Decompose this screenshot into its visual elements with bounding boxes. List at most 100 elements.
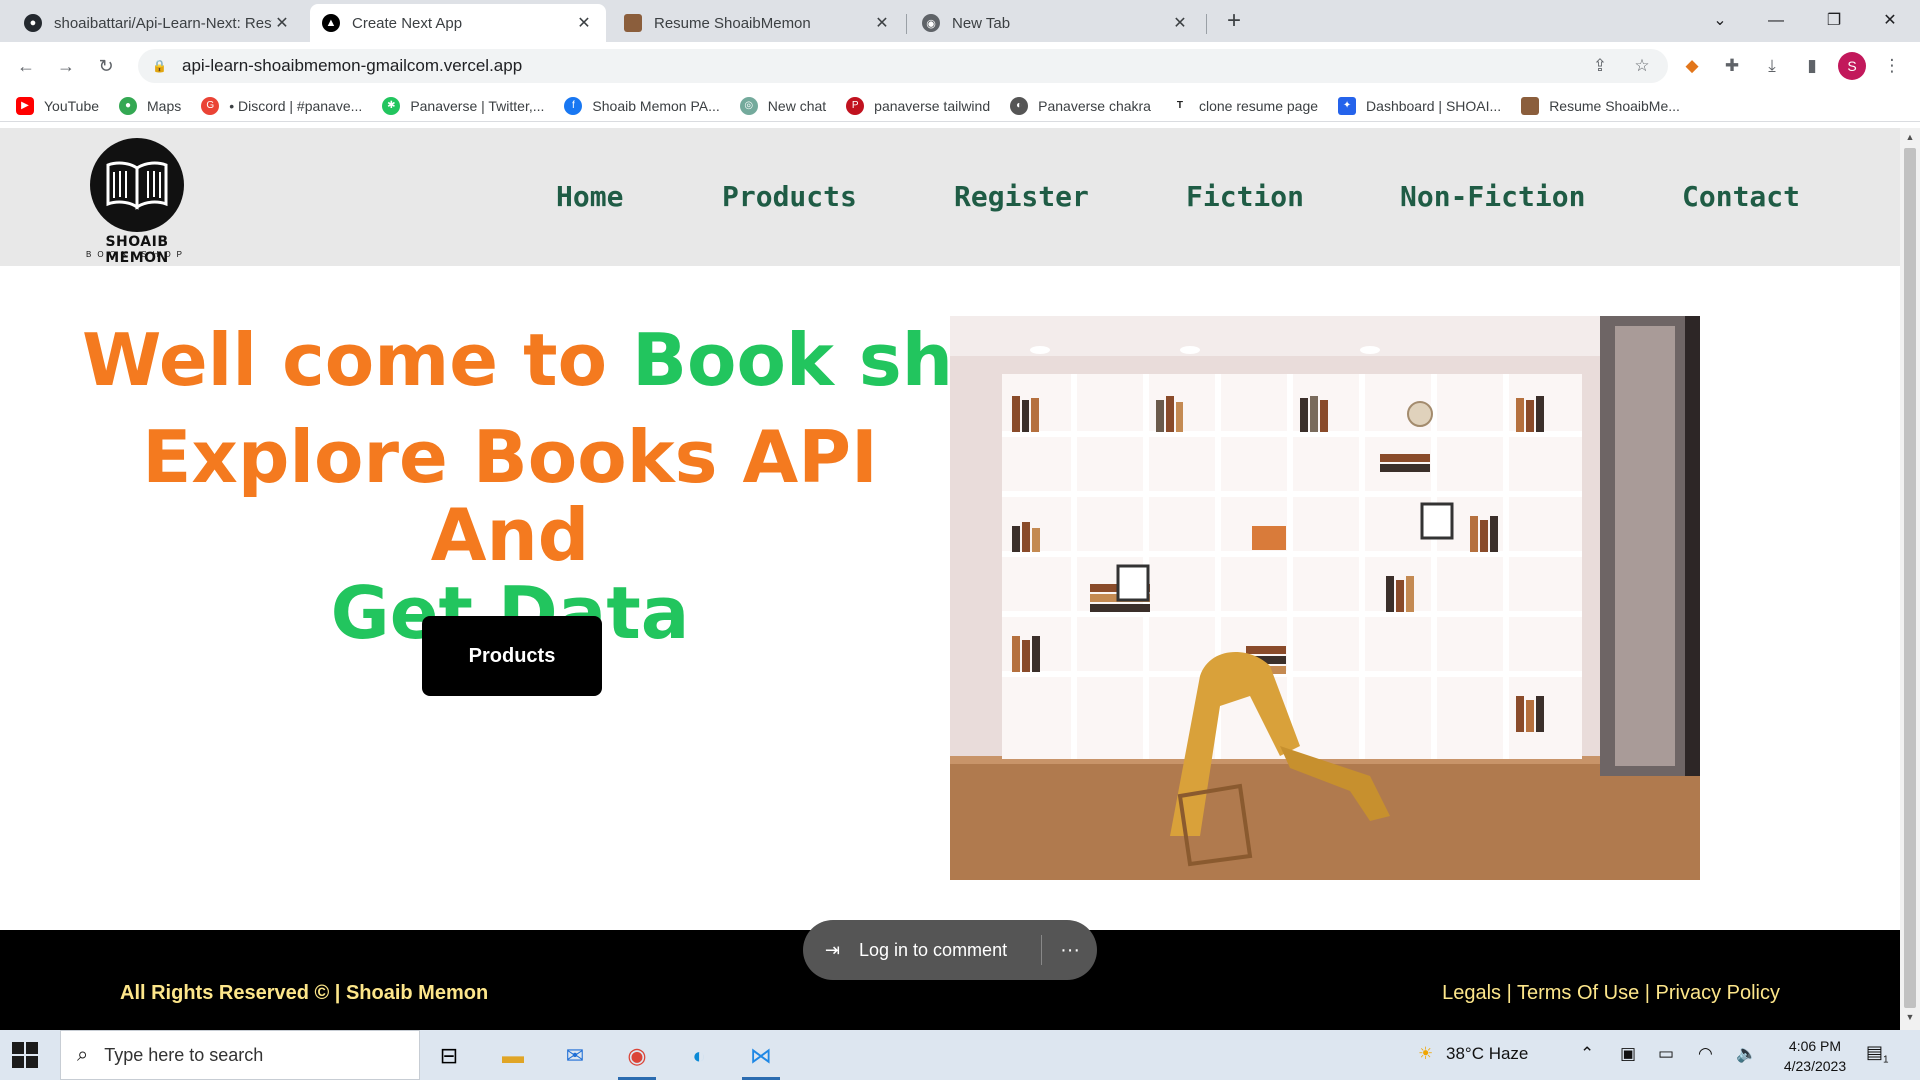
forward-icon[interactable]: → — [52, 52, 80, 80]
bookmark-resume[interactable]: Resume ShoaibMe... — [1521, 96, 1680, 115]
pill-divider — [1041, 935, 1043, 965]
tab-github[interactable]: ● shoaibattari/Api-Learn-Next: Rest ✕ — [12, 4, 304, 42]
close-tab-icon[interactable]: ✕ — [1170, 13, 1190, 33]
chatgpt-icon: ◎ — [739, 96, 758, 115]
share-icon[interactable]: ⇪ — [1586, 52, 1614, 80]
file-explorer-icon[interactable]: ▬ — [488, 1034, 538, 1078]
bookmark-facebook[interactable]: f Shoaib Memon PA... — [564, 96, 720, 115]
edge-icon[interactable]: ◐ — [674, 1034, 724, 1078]
scroll-down-icon[interactable]: ▼ — [1904, 1012, 1916, 1022]
menu-kebab-icon[interactable]: ⋮ — [1878, 52, 1906, 80]
footer-copyright: All Rights Reserved © | Shoaib Memon — [120, 982, 489, 1004]
clock-date: 4/23/2023 — [1783, 1058, 1847, 1074]
close-tab-icon[interactable]: ✕ — [272, 13, 292, 33]
back-icon[interactable]: ← — [12, 52, 40, 80]
bookshelf-illustration — [950, 316, 1700, 880]
weather-widget[interactable]: ☀ 38°C Haze — [1418, 1044, 1528, 1064]
discord-icon: G — [201, 96, 220, 115]
url-input[interactable]: 🔒 api-learn-shoaibmemon-gmailcom.vercel.… — [138, 49, 1668, 83]
metamask-icon[interactable]: ◆ — [1678, 52, 1706, 80]
notification-count: 1 — [1883, 1054, 1889, 1066]
bookmark-panaverse-twitter[interactable]: ✱ Panaverse | Twitter,... — [382, 96, 544, 115]
haze-sun-icon: ☀ — [1418, 1044, 1434, 1063]
restore-icon[interactable]: ❐ — [1814, 6, 1854, 36]
nav-products[interactable]: Products — [722, 180, 857, 213]
hero-subheading-explore: Explore Books API And — [142, 415, 878, 577]
globe-icon: ◐ — [1010, 96, 1029, 115]
chrome-icon: ◉ — [922, 14, 940, 32]
new-tab-button[interactable]: + — [1220, 8, 1248, 36]
volume-icon[interactable]: 🔈 — [1736, 1044, 1757, 1064]
bookmark-panaverse-tailwind[interactable]: Ppanaverse tailwind — [846, 96, 990, 115]
more-options-icon[interactable]: ··· — [1060, 939, 1080, 962]
nav-contact[interactable]: Contact — [1682, 180, 1800, 213]
tab-separator — [906, 14, 907, 34]
windows-start-icon[interactable] — [12, 1042, 38, 1068]
address-bar-row: ← → ↻ 🔒 api-learn-shoaibmemon-gmailcom.v… — [0, 42, 1920, 90]
wifi-icon[interactable]: ◠ — [1698, 1044, 1713, 1064]
site-logo[interactable]: SHOAIB MEMON BOOK SHOP — [72, 138, 202, 266]
url-text: api-learn-shoaibmemon-gmailcom.vercel.ap… — [182, 56, 523, 75]
bookmark-discord[interactable]: G • Discord | #panave... — [201, 96, 362, 115]
download-icon[interactable]: ⤓ — [1758, 52, 1786, 80]
footer-links[interactable]: Legals | Terms Of Use | Privacy Policy — [1442, 982, 1780, 1005]
site-header: SHOAIB MEMON BOOK SHOP Home Products Reg… — [0, 128, 1900, 266]
extensions-icon[interactable]: ✚ — [1718, 52, 1746, 80]
tab-search-icon[interactable]: ⌄ — [1700, 6, 1740, 36]
side-panel-icon[interactable]: ▮ — [1798, 52, 1826, 80]
close-window-icon[interactable]: ✕ — [1870, 6, 1910, 36]
task-view-icon[interactable]: ⊟ — [424, 1034, 474, 1078]
bookmark-maps[interactable]: ● Maps — [119, 96, 181, 115]
browser-tab-strip: ● shoaibattari/Api-Learn-Next: Rest ✕ ▲ … — [0, 0, 1920, 42]
tab-new-tab[interactable]: ◉ New Tab ✕ — [910, 4, 1202, 42]
login-icon: ⇥ — [825, 939, 841, 960]
text-t-icon: T — [1170, 96, 1189, 115]
battery-icon[interactable]: ▭ — [1658, 1044, 1674, 1064]
close-tab-icon[interactable]: ✕ — [574, 13, 594, 33]
close-tab-icon[interactable]: ✕ — [872, 13, 892, 33]
vercel-icon: ▲ — [322, 14, 340, 32]
github-icon: ● — [24, 14, 42, 32]
hero-heading-welcome: Well come to — [82, 318, 608, 402]
bookmarks-bar: ▶ YouTube ● Maps G • Discord | #panave... ✱… — [0, 90, 1920, 122]
notification-center-icon[interactable]: ▤1 — [1866, 1042, 1896, 1070]
nav-home[interactable]: Home — [556, 180, 623, 213]
nav-register[interactable]: Register — [954, 180, 1089, 213]
lock-icon[interactable]: 🔒 — [152, 59, 167, 73]
minimize-icon[interactable]: — — [1756, 6, 1796, 36]
open-book-icon — [106, 161, 168, 210]
scroll-up-icon[interactable]: ▲ — [1904, 132, 1916, 142]
chrome-taskbar-icon[interactable]: ◉ — [612, 1034, 662, 1080]
youtube-icon: ▶ — [16, 96, 34, 115]
taskbar-search-input[interactable]: ⌕ Type here to search — [60, 1030, 420, 1080]
dashboard-icon: ✦ — [1338, 96, 1357, 115]
products-button[interactable]: Products — [422, 616, 602, 696]
bookmark-clone-resume[interactable]: Tclone resume page — [1170, 96, 1318, 115]
bookmark-new-chat[interactable]: ◎ New chat — [739, 96, 826, 115]
vscode-icon[interactable]: ⋈ — [736, 1034, 786, 1080]
star-icon[interactable]: ☆ — [1628, 52, 1656, 80]
taskbar-clock[interactable]: 4:06 PM 4/23/2023 — [1760, 1036, 1870, 1076]
login-to-comment-button[interactable]: Log in to comment — [859, 940, 1007, 961]
bookmark-panaverse-chakra[interactable]: ◐ Panaverse chakra — [1010, 96, 1151, 115]
search-icon: ⌕ — [77, 1043, 89, 1066]
profile-avatar[interactable]: S — [1838, 52, 1866, 80]
reload-icon[interactable]: ↻ — [92, 52, 120, 80]
bookmark-youtube[interactable]: ▶ YouTube — [16, 96, 99, 115]
nav-fiction[interactable]: Fiction — [1186, 180, 1304, 213]
resume-favicon-icon — [1521, 96, 1540, 115]
scrollbar-thumb[interactable] — [1904, 148, 1916, 1008]
page-scrollbar[interactable]: ▲ ▼ — [1900, 128, 1920, 1030]
hero-heading: Well come to Book shop — [82, 318, 1054, 402]
maps-pin-icon: ● — [119, 96, 138, 115]
nav-non-fiction[interactable]: Non-Fiction — [1400, 180, 1585, 213]
comment-toolbar[interactable]: ⇥ Log in to comment ··· — [803, 920, 1097, 980]
tab-create-next-app[interactable]: ▲ Create Next App ✕ — [310, 4, 606, 42]
mail-icon[interactable]: ✉ — [550, 1034, 600, 1078]
bookmark-dashboard[interactable]: ✦ Dashboard | SHOAI... — [1338, 96, 1501, 115]
meet-now-icon[interactable]: ▣ — [1620, 1044, 1636, 1064]
show-hidden-icons-icon[interactable]: ⌃ — [1580, 1044, 1594, 1064]
page-viewport: SHOAIB MEMON BOOK SHOP Home Products Reg… — [0, 128, 1900, 1030]
pinterest-icon: P — [846, 96, 865, 115]
tab-resume[interactable]: Resume ShoaibMemon ✕ — [612, 4, 904, 42]
